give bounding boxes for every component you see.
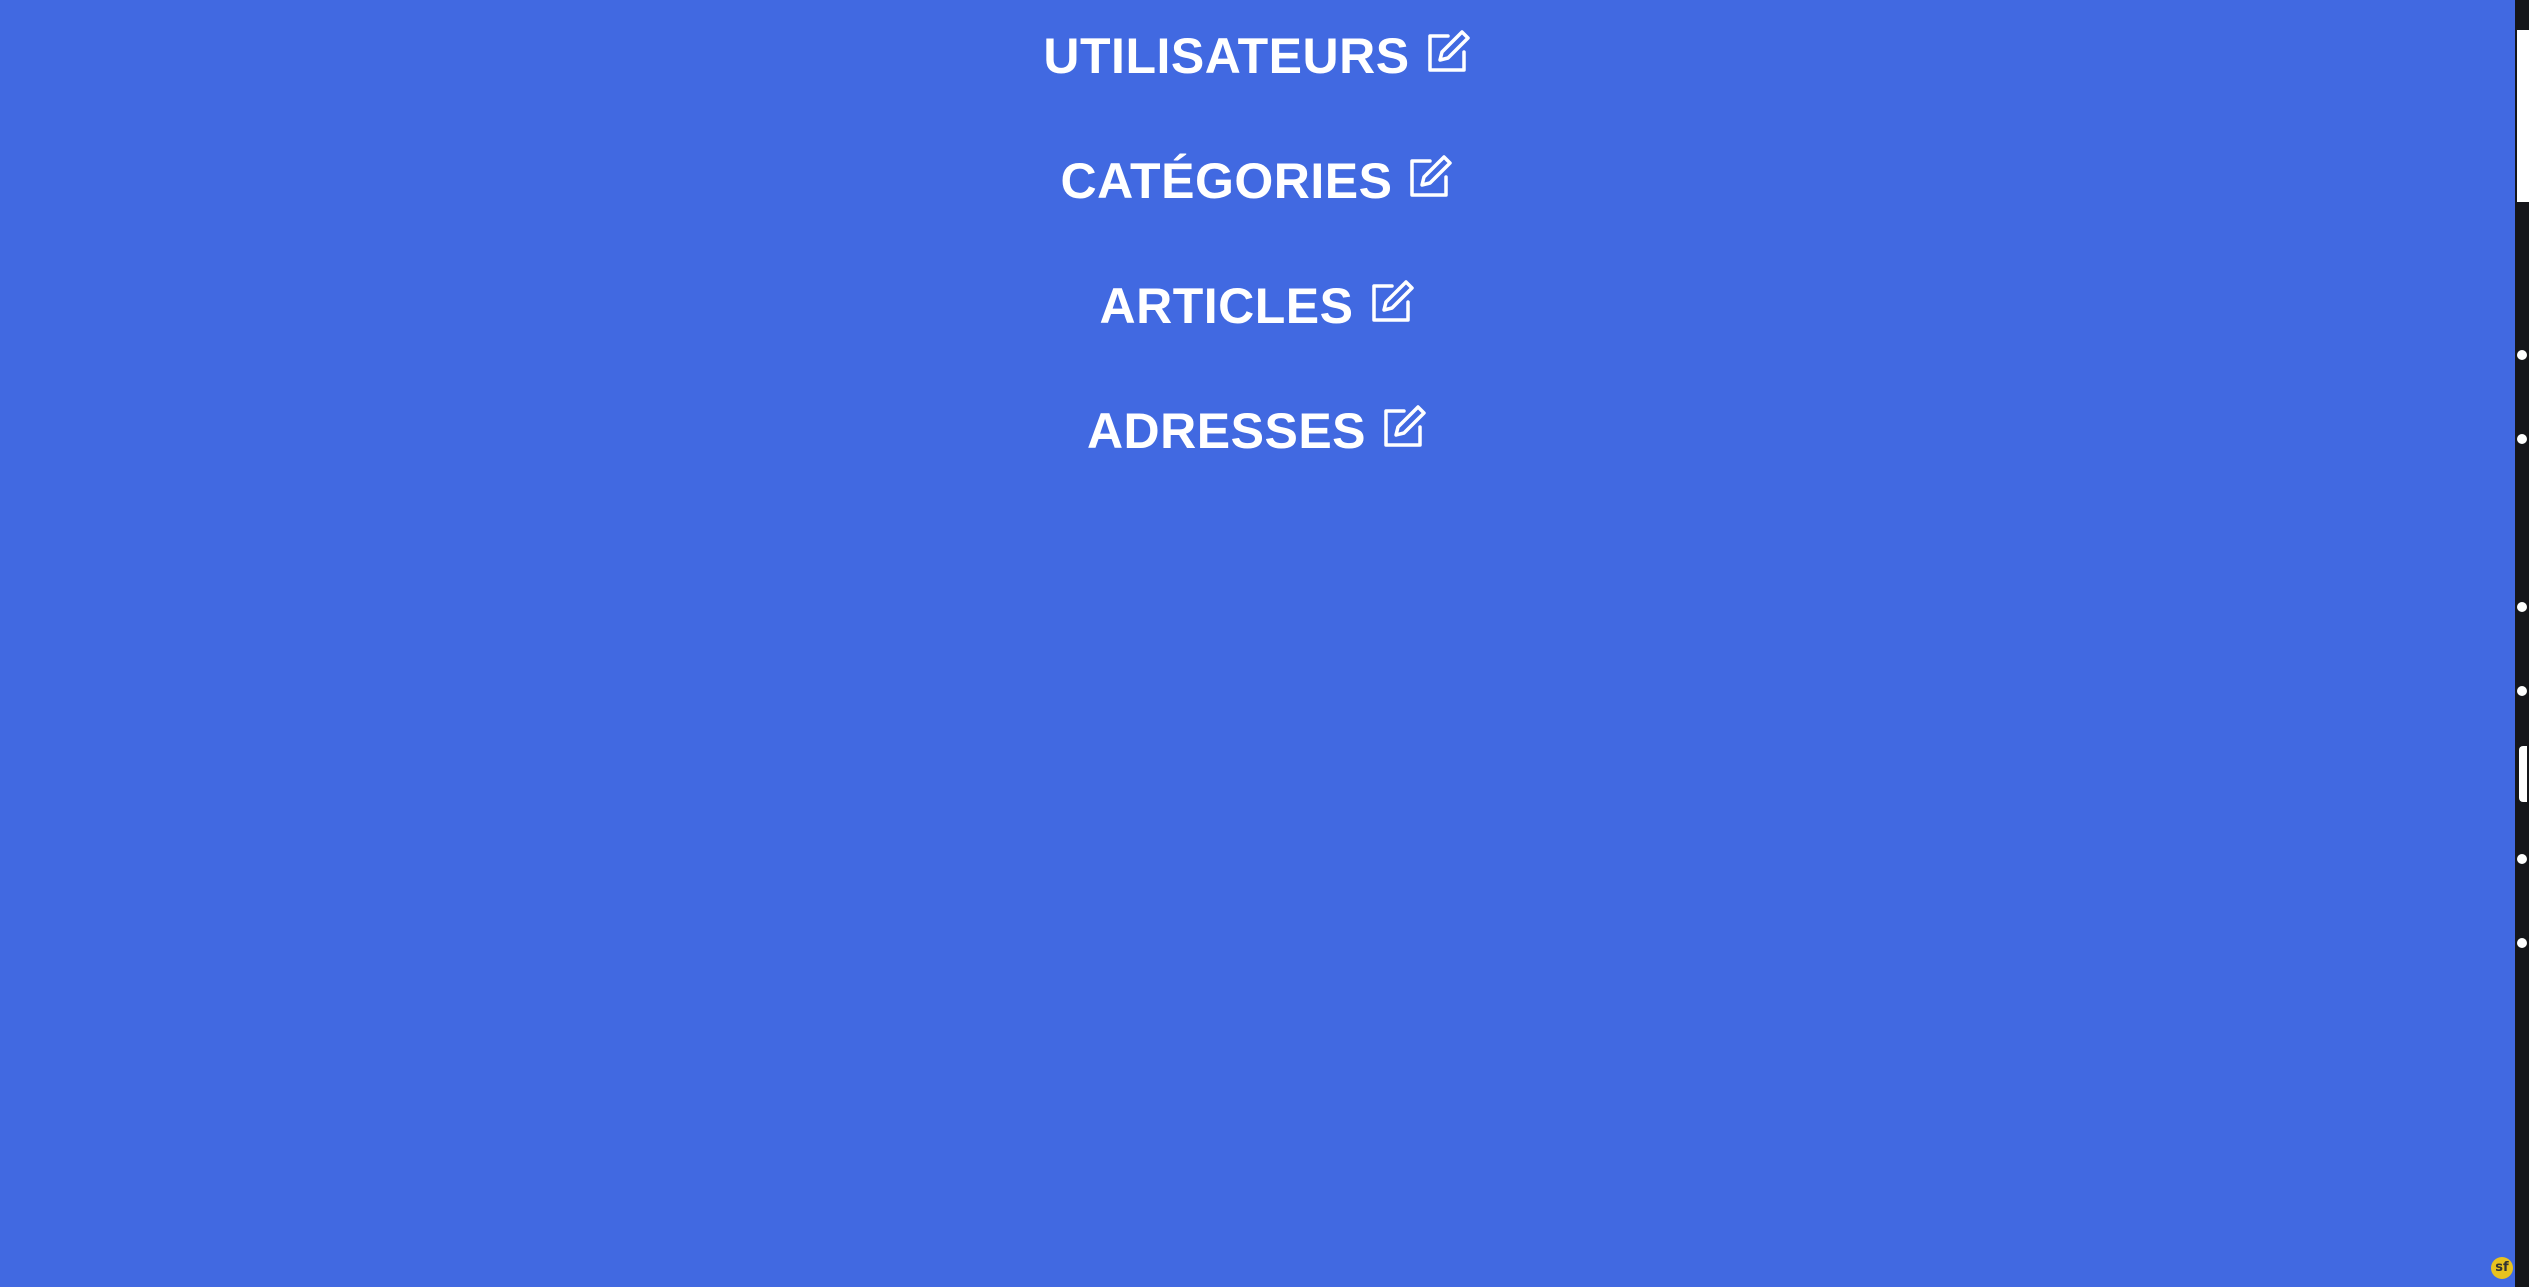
- menu-item-adresses: ADRESSES: [0, 391, 2515, 471]
- menu-item-label: ARTICLES: [1099, 278, 1354, 334]
- strip-dot: [2517, 602, 2527, 612]
- menu-item-utilisateurs: UTILISATEURS: [0, 16, 2515, 96]
- edit-icon[interactable]: [1424, 28, 1472, 76]
- scrollbar-thumb[interactable]: [2517, 30, 2529, 202]
- categories-link[interactable]: CATÉGORIES: [1060, 153, 1455, 209]
- scrollbar-track[interactable]: [2515, 0, 2529, 1287]
- menu-item-articles: ARTICLES: [0, 266, 2515, 346]
- edit-icon[interactable]: [1368, 278, 1416, 326]
- strip-dot: [2517, 434, 2527, 444]
- strip-dot: [2517, 854, 2527, 864]
- menu-item-label: ADRESSES: [1086, 403, 1367, 459]
- strip-dot: [2517, 350, 2527, 360]
- symfony-icon[interactable]: sf: [2491, 1257, 2513, 1279]
- edit-icon[interactable]: [1406, 153, 1454, 201]
- menu-item-label: UTILISATEURS: [1043, 28, 1410, 84]
- articles-link[interactable]: ARTICLES: [1099, 278, 1416, 334]
- utilisateurs-link[interactable]: UTILISATEURS: [1043, 28, 1472, 84]
- strip-tab[interactable]: [2519, 746, 2527, 802]
- page: UTILISATEURS CATÉGORIES ARTICLES ADRESSE…: [0, 0, 2529, 1287]
- strip-dot: [2517, 938, 2527, 948]
- strip-dot: [2517, 686, 2527, 696]
- menu-item-label: CATÉGORIES: [1060, 153, 1393, 209]
- edit-icon[interactable]: [1380, 403, 1428, 451]
- adresses-link[interactable]: ADRESSES: [1086, 403, 1428, 459]
- menu-item-categories: CATÉGORIES: [0, 141, 2515, 221]
